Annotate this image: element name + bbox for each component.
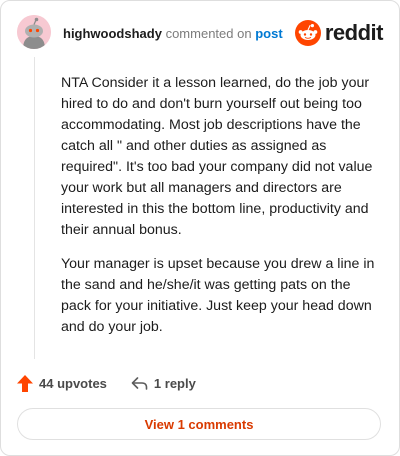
post-link[interactable]: post [255,26,282,41]
reply-arrow-icon [131,377,148,390]
reddit-logo[interactable]: reddit [294,19,384,47]
upvote-count: 44 upvotes [39,376,107,391]
comment-paragraph-2: Your manager is upset because you drew a… [61,256,375,335]
view-comments-button[interactable]: View 1 comments [17,408,381,440]
upvote-button[interactable]: 44 upvotes [17,375,107,392]
comment-paragraph-1: NTA Consider it a lesson learned, do the… [61,75,373,238]
snoo-avatar-icon [17,15,51,49]
action-text: commented on [165,26,252,41]
reddit-wordmark: reddit [324,20,384,45]
upvote-arrow-icon [17,375,33,392]
comment-body: NTA Consider it a lesson learned, do the… [61,73,381,351]
comment-card: highwoodshady commented on post reddit N… [0,0,400,456]
reply-count: 1 reply [153,376,196,391]
comment-header: highwoodshady commented on post [63,26,283,42]
username-link[interactable]: highwoodshady [63,26,162,41]
thread-line [34,57,35,359]
user-avatar[interactable] [17,15,51,49]
reply-button[interactable]: 1 reply [131,376,196,391]
comment-actions: 44 upvotes 1 reply [17,375,196,392]
reddit-snoo-icon [294,20,321,46]
